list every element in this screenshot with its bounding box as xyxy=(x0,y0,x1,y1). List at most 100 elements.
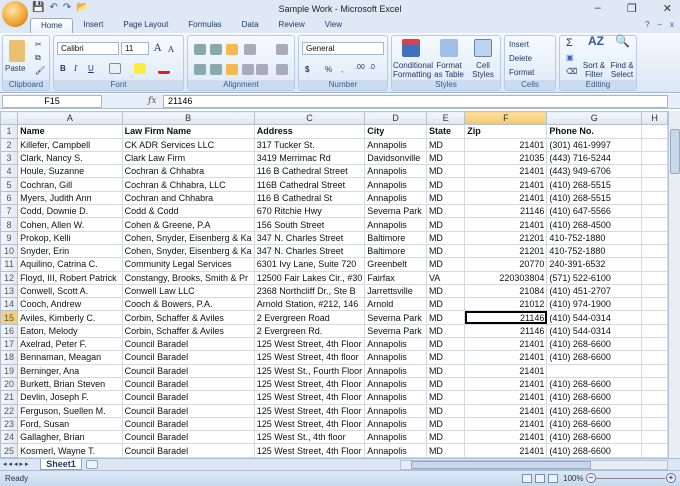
increase-indent-icon[interactable] xyxy=(256,64,268,75)
cell-state[interactable]: MD xyxy=(425,150,466,166)
cell-zip[interactable]: 21201 xyxy=(464,230,548,245)
bold-button[interactable]: B xyxy=(60,64,66,73)
cell-address[interactable]: 125 West Street, 4th Floor xyxy=(253,390,366,405)
cell-empty[interactable] xyxy=(641,297,668,312)
cell-name[interactable]: Conwell, Scott A. xyxy=(17,283,123,299)
align-left-icon[interactable] xyxy=(194,64,206,75)
cell-zip[interactable]: 21401 xyxy=(464,430,548,445)
cell-law-firm[interactable]: Law Firm Name xyxy=(121,124,255,139)
cell-name[interactable]: Axelrad, Peter F. xyxy=(17,337,123,352)
cell-empty[interactable] xyxy=(641,350,668,365)
cell-zip[interactable]: 21401 xyxy=(464,177,548,192)
column-header-e[interactable]: E xyxy=(425,111,466,126)
cell-law-firm[interactable]: Council Baradel xyxy=(121,430,255,445)
horizontal-scrollbar[interactable] xyxy=(400,460,668,470)
row-header[interactable]: 5 xyxy=(0,177,19,192)
cell-zip[interactable]: 21035 xyxy=(464,150,548,166)
cell-state[interactable]: State xyxy=(425,124,466,139)
cell-city[interactable]: Arnold xyxy=(364,297,427,312)
zoom-slider[interactable] xyxy=(595,478,665,479)
font-color-icon[interactable] xyxy=(158,63,170,74)
cell-state[interactable]: MD xyxy=(425,403,466,418)
cell-address[interactable]: 125 West Street, 4th Floor xyxy=(253,337,366,352)
cell-law-firm[interactable]: Cooch & Bowers, P.A. xyxy=(121,297,255,312)
cell-empty[interactable] xyxy=(641,430,668,445)
format-cells-button[interactable]: Format xyxy=(509,68,534,77)
paste-button[interactable]: Paste xyxy=(5,64,25,73)
cell-state[interactable]: MD xyxy=(425,350,466,365)
cell-address[interactable]: 125 West Street, 4th Floor xyxy=(253,443,366,458)
tab-view[interactable]: View xyxy=(315,18,352,33)
align-right-icon[interactable] xyxy=(226,64,238,75)
tab-home[interactable]: Home xyxy=(30,18,74,33)
cell-zip[interactable]: 21201 xyxy=(464,243,548,259)
cell-phone[interactable]: (410) 647-5566 xyxy=(546,204,643,219)
cell-city[interactable]: Annapolis xyxy=(364,416,427,432)
cell-state[interactable]: MD xyxy=(425,257,466,272)
insert-cells-button[interactable]: Insert xyxy=(509,40,529,49)
cell-state[interactable]: MD xyxy=(425,217,466,232)
cell-city[interactable]: Annapolis xyxy=(364,376,427,392)
cell-address[interactable]: 317 Tucker St. xyxy=(253,137,366,152)
cell-law-firm[interactable]: Council Baradel xyxy=(121,390,255,405)
row-header[interactable]: 23 xyxy=(0,416,19,432)
workbook-minimize-icon[interactable]: – xyxy=(658,20,662,29)
cell-state[interactable]: MD xyxy=(425,363,466,378)
cell-address[interactable]: 2368 Northcliff Dr., Ste B xyxy=(253,283,366,299)
cell-name[interactable]: Gallagher, Brian xyxy=(17,430,123,445)
cell-law-firm[interactable]: Council Baradel xyxy=(121,363,255,378)
vertical-scroll-thumb[interactable] xyxy=(670,129,680,174)
cell-phone[interactable]: (410) 268-4500 xyxy=(546,217,643,232)
cell-city[interactable]: Annapolis xyxy=(364,217,427,232)
row-header[interactable]: 18 xyxy=(0,350,19,365)
currency-button[interactable]: $ xyxy=(305,65,309,74)
cell-city[interactable]: Fairfax xyxy=(364,270,427,285)
comma-button[interactable]: , xyxy=(341,65,343,74)
row-header[interactable]: 24 xyxy=(0,430,19,445)
cell-phone[interactable]: (410) 268-6600 xyxy=(546,390,643,405)
cell-zip[interactable]: 21401 xyxy=(464,217,548,232)
row-header[interactable]: 25 xyxy=(0,443,19,458)
insert-function-button[interactable]: fx xyxy=(148,96,156,106)
cell-empty[interactable] xyxy=(641,257,668,272)
column-header-h[interactable]: H xyxy=(641,111,668,126)
cell-zip[interactable]: 21401 xyxy=(464,416,548,432)
cell-law-firm[interactable]: Cochran and Chhabra xyxy=(121,190,255,206)
font-size-select[interactable]: 11 xyxy=(121,42,149,55)
row-header[interactable]: 12 xyxy=(0,270,19,285)
page-break-view-icon[interactable] xyxy=(548,474,558,483)
cell-empty[interactable] xyxy=(641,243,668,259)
cell-phone[interactable]: (410) 451-2707 xyxy=(546,283,643,299)
cell-law-firm[interactable]: Council Baradel xyxy=(121,443,255,458)
cell-zip[interactable]: 21401 xyxy=(464,137,548,152)
cell-name[interactable]: Houle, Suzanne xyxy=(17,164,123,179)
cell-address[interactable]: 125 West Street, 4th Floor xyxy=(253,416,366,432)
cell-name[interactable]: Berninger, Ana xyxy=(17,363,123,378)
select-all-button[interactable] xyxy=(0,111,19,126)
row-header[interactable]: 14 xyxy=(0,297,19,312)
cell-empty[interactable] xyxy=(641,190,668,206)
cell-city[interactable]: Annapolis xyxy=(364,443,427,458)
column-header-b[interactable]: B xyxy=(121,111,255,126)
cell-zip[interactable]: 21401 xyxy=(464,337,548,352)
cell-law-firm[interactable]: Community Legal Services xyxy=(121,257,255,272)
cell-phone[interactable]: (410) 544-0314 xyxy=(546,310,643,325)
cell-state[interactable]: MD xyxy=(425,337,466,352)
row-header[interactable]: 20 xyxy=(0,376,19,392)
close-button[interactable]: ✕ xyxy=(663,2,672,15)
cell-zip[interactable]: 21401 xyxy=(464,376,548,392)
cell-phone[interactable]: (410) 268-6600 xyxy=(546,430,643,445)
cell-state[interactable]: MD xyxy=(425,204,466,219)
cell-city[interactable]: Severna Park xyxy=(364,310,427,325)
cell-phone[interactable]: (443) 949-6706 xyxy=(546,164,643,179)
cell-address[interactable]: 2 Evergreen Rd. xyxy=(253,323,366,339)
fill-icon[interactable]: ▣ xyxy=(566,53,574,62)
underline-button[interactable]: U xyxy=(88,64,94,73)
cell-zip[interactable]: 21146 xyxy=(464,323,548,339)
office-button[interactable] xyxy=(2,1,28,27)
cell-empty[interactable] xyxy=(641,337,668,352)
row-header[interactable]: 9 xyxy=(0,230,19,245)
cell-empty[interactable] xyxy=(641,323,668,339)
cell-name[interactable]: Bennaman, Meagan xyxy=(17,350,123,365)
cell-state[interactable]: MD xyxy=(425,164,466,179)
